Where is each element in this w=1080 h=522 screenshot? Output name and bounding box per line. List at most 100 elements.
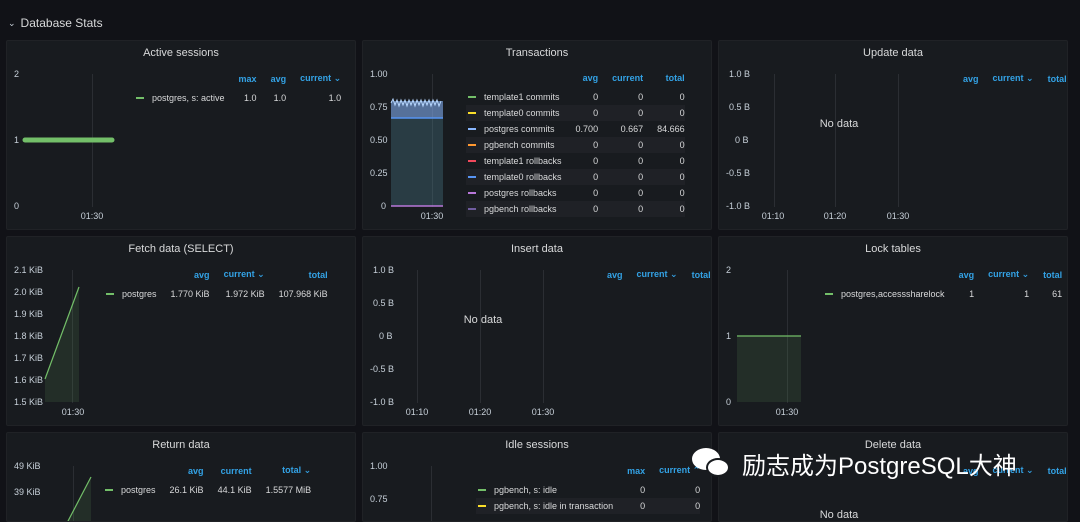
grid-line xyxy=(898,74,899,207)
legend-value: 0 xyxy=(679,156,685,166)
legend-series-name[interactable]: postgres xyxy=(121,485,156,495)
legend-header-max[interactable]: max xyxy=(613,465,645,482)
panel-title[interactable]: Idle sessions xyxy=(363,439,711,451)
x-tick: 01:30 xyxy=(61,407,85,417)
legend-series-name[interactable]: pgbench, s: idle in transaction xyxy=(494,501,613,511)
legend-header-avg[interactable]: avg xyxy=(257,73,287,90)
x-tick: 01:20 xyxy=(823,211,847,221)
wechat-icon xyxy=(692,446,732,480)
series-swatch xyxy=(106,292,114,295)
panel-active-sessions[interactable]: Active sessions 2 1 0 01:30 max avg curr… xyxy=(6,40,356,230)
legend-header-avg[interactable]: avg xyxy=(945,269,975,286)
legend-value: 0 xyxy=(679,188,685,198)
panel-transactions[interactable]: Transactions 1.00 0.75 0.50 0.25 0 01:30… xyxy=(362,40,712,230)
legend-row[interactable]: template0 commits 0 0 0 xyxy=(466,105,685,121)
legend-header-total[interactable]: total xyxy=(678,269,711,286)
legend-row[interactable]: postgres commits 0.700 0.667 84.666 xyxy=(466,121,685,137)
legend-series-name[interactable]: postgres commits xyxy=(484,124,555,134)
legend-value: 0 xyxy=(643,105,685,121)
legend-value: 26.1 KiB xyxy=(169,485,204,495)
legend-row[interactable]: pgbench, s: idle in transaction 0 0 xyxy=(476,498,701,514)
legend-series-name[interactable]: template1 rollbacks xyxy=(484,156,562,166)
panel-return-data[interactable]: Return data 49 KiB 39 KiB avg current to… xyxy=(6,432,356,522)
legend-header-avg[interactable]: avg xyxy=(156,465,204,482)
legend-header-current[interactable]: current ⌄ xyxy=(979,73,1034,90)
legend-value: 0 xyxy=(598,137,644,153)
x-tick: 01:10 xyxy=(405,407,429,417)
row-header-database-stats[interactable]: ⌄ Database Stats xyxy=(8,14,103,32)
legend-header-current[interactable]: current xyxy=(204,465,252,482)
panel-title[interactable]: Insert data xyxy=(363,243,711,255)
legend-header-current[interactable]: current ⌄ xyxy=(210,269,265,286)
legend-row[interactable]: template0 rollbacks 0 0 0 xyxy=(466,169,685,185)
legend-header-avg[interactable]: avg xyxy=(949,73,979,90)
legend-value: 1.5577 MiB xyxy=(265,485,312,495)
y-tick: 1.0 B xyxy=(373,265,395,275)
legend-series-name[interactable]: postgres,accesssharelock xyxy=(841,289,945,299)
legend-header-current[interactable]: current ⌄ xyxy=(286,73,341,90)
panel-title[interactable]: Update data xyxy=(719,47,1067,59)
legend-value: 0 xyxy=(598,169,644,185)
legend-header-avg[interactable]: avg xyxy=(562,73,599,89)
legend-value: 0 xyxy=(598,201,644,217)
legend-series-name[interactable]: postgres xyxy=(122,289,157,299)
legend-table: max avg current ⌄ postgres, s: active 1.… xyxy=(134,73,341,106)
series-swatch xyxy=(468,127,476,130)
legend-row[interactable]: template1 commits 0 0 0 xyxy=(466,89,685,105)
legend-table: avg current total template1 commits 0 0 0 t… xyxy=(466,73,685,217)
legend-header-total[interactable]: total xyxy=(1034,73,1067,90)
legend-row[interactable]: postgres rollbacks 0 0 0 xyxy=(466,185,685,201)
legend-value: 1.770 KiB xyxy=(170,289,210,299)
legend-header-total[interactable]: total xyxy=(1029,269,1062,286)
legend-series-name[interactable]: template1 commits xyxy=(484,92,560,102)
row-title: Database Stats xyxy=(20,16,103,30)
legend-value: 0 xyxy=(598,105,644,121)
legend-row[interactable]: postgres 26.1 KiB 44.1 KiB 1.5577 MiB xyxy=(103,482,311,498)
legend-value: 1.0 xyxy=(244,93,257,103)
legend-header-avg[interactable]: avg xyxy=(157,269,210,286)
series-line-active xyxy=(22,137,115,143)
legend-header-total[interactable]: total ⌄ xyxy=(252,465,311,482)
no-data-message: No data xyxy=(819,509,859,521)
grid-line xyxy=(417,270,418,403)
legend-header-total[interactable]: total xyxy=(265,269,328,286)
legend-header-current[interactable]: current ⌄ xyxy=(623,269,678,286)
legend-value: 1.972 KiB xyxy=(225,289,265,299)
legend-series-name[interactable]: template0 rollbacks xyxy=(484,172,562,182)
legend-header-avg[interactable]: avg xyxy=(593,269,623,286)
legend-series-name[interactable]: template0 commits xyxy=(484,108,560,118)
panel-update-data[interactable]: Update data 1.0 B 0.5 B 0 B -0.5 B -1.0 … xyxy=(718,40,1068,230)
legend-row[interactable]: postgres 1.770 KiB 1.972 KiB 107.968 KiB xyxy=(104,286,328,302)
panel-idle-sessions[interactable]: Idle sessions 1.00 0.75 max current ⌃ pg… xyxy=(362,432,712,522)
legend-series-name[interactable]: pgbench commits xyxy=(484,140,555,150)
legend-row[interactable]: postgres,accesssharelock 1 1 61 xyxy=(823,286,1062,302)
legend-series-name[interactable]: postgres, s: active xyxy=(152,93,225,103)
legend-header-current[interactable]: current xyxy=(598,73,643,89)
x-tick: 01:30 xyxy=(886,211,910,221)
panel-lock-tables[interactable]: Lock tables 2 1 0 01:30 avg current ⌄ to… xyxy=(718,236,1068,426)
legend-row[interactable]: pgbench rollbacks 0 0 0 xyxy=(466,201,685,217)
legend-header-total[interactable]: total xyxy=(643,73,685,89)
legend-series-name[interactable]: pgbench rollbacks xyxy=(484,204,557,214)
legend-row[interactable]: pgbench commits 0 0 0 xyxy=(466,137,685,153)
legend-row[interactable]: postgres, s: active 1.0 1.0 1.0 xyxy=(134,90,341,106)
legend-header-current[interactable]: current ⌄ xyxy=(974,269,1029,286)
legend-value: 0 xyxy=(638,156,644,166)
panel-fetch-data[interactable]: Fetch data (SELECT) 2.1 KiB 2.0 KiB 1.9 … xyxy=(6,236,356,426)
legend-series-name[interactable]: pgbench, s: idle xyxy=(494,485,557,495)
legend-row[interactable]: template1 rollbacks 0 0 0 xyxy=(466,153,685,169)
legend-header-max[interactable]: max xyxy=(225,73,257,90)
legend-value: 0 xyxy=(643,201,685,217)
legend-value: 0 xyxy=(638,188,644,198)
watermark: 励志成为PostgreSQL大神 xyxy=(692,440,1052,486)
series-swatch xyxy=(468,159,476,162)
legend-row[interactable]: pgbench, s: idle 0 0 xyxy=(476,482,700,498)
series-swatch xyxy=(105,488,113,491)
panel-insert-data[interactable]: Insert data 1.0 B 0.5 B 0 B -0.5 B -1.0 … xyxy=(362,236,712,426)
legend-series-name[interactable]: postgres rollbacks xyxy=(484,188,557,198)
legend-value: 0 xyxy=(561,201,599,217)
series-swatch xyxy=(478,504,486,507)
series-swatch xyxy=(468,143,476,146)
legend-value: 0 xyxy=(593,92,599,102)
series-swatch xyxy=(136,96,144,99)
